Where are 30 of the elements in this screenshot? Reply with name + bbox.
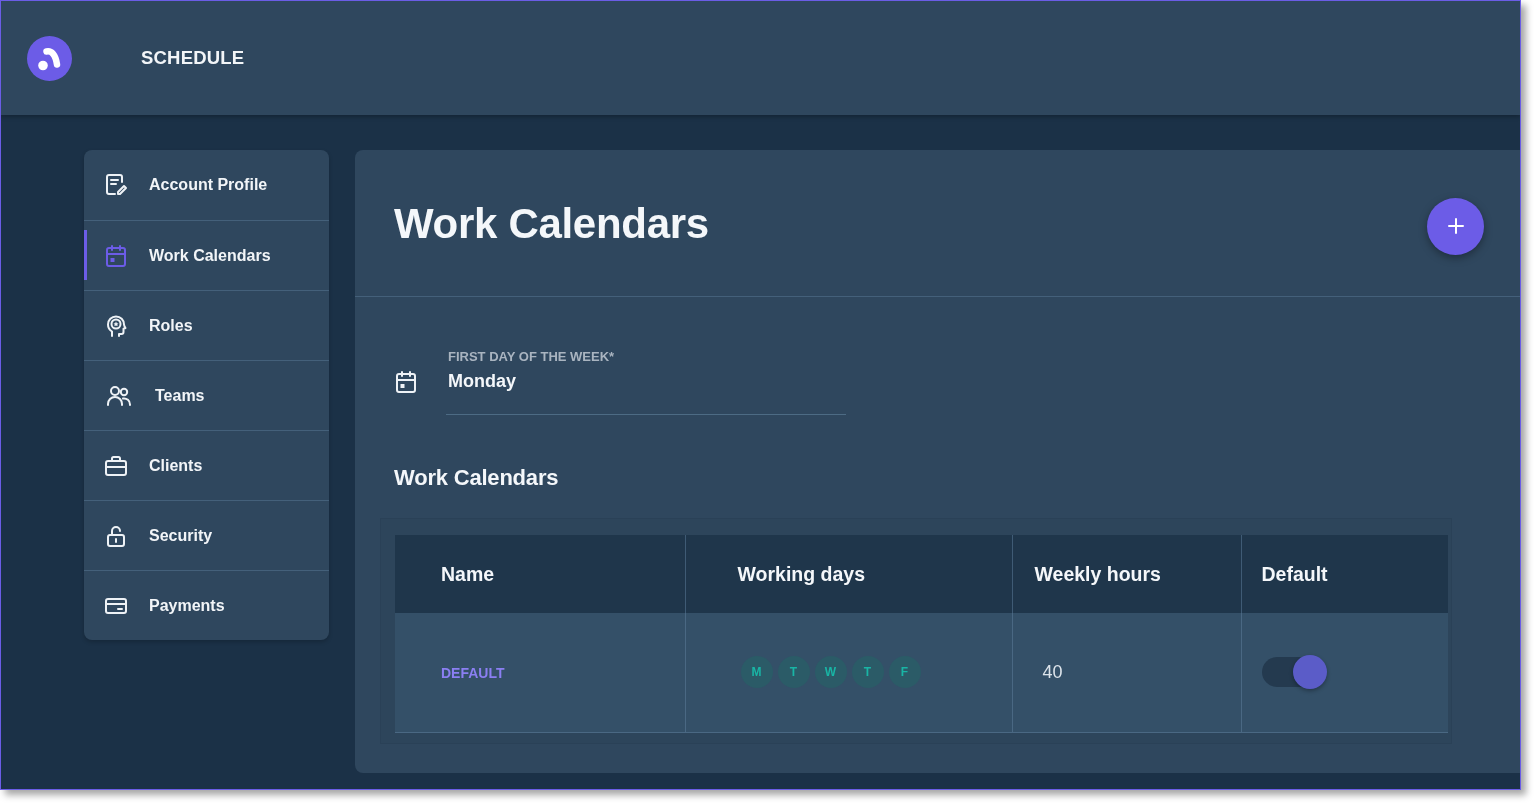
default-toggle[interactable] <box>1261 655 1327 690</box>
weekday-chip: M <box>740 656 773 689</box>
table-cell: 40 <box>1012 613 1241 732</box>
sidebar-item[interactable]: Clients <box>84 430 329 500</box>
weekday-chip: T <box>777 656 810 689</box>
day-select-field[interactable]: Monday <box>446 365 846 415</box>
column-header: Name <box>395 535 685 613</box>
logo-icon <box>27 35 72 81</box>
head-star-icon <box>104 313 128 338</box>
padlock-icon <box>104 523 128 548</box>
calendar-icon <box>394 370 418 394</box>
sidebar-item[interactable]: Security <box>84 500 329 570</box>
weekday-chip: T <box>851 656 884 689</box>
calendar-icon <box>104 243 128 268</box>
sidebar-item[interactable]: Roles <box>84 290 329 360</box>
section-title: Work Calendars <box>394 465 559 491</box>
document-pencil-icon <box>104 173 128 197</box>
sidebar-item[interactable]: Teams <box>84 360 329 430</box>
weekday-chip: W <box>814 656 847 689</box>
briefcase-icon <box>104 453 128 478</box>
users-icon <box>104 383 134 408</box>
sidebar-item[interactable]: Payments <box>84 570 329 640</box>
weekday-chip: F <box>888 656 921 689</box>
plus-icon <box>1447 218 1464 234</box>
app-title: SCHEDULE <box>141 47 245 69</box>
sidebar-item[interactable]: Work Calendars <box>84 220 329 290</box>
add-button[interactable] <box>1427 197 1484 255</box>
sidebar-item[interactable]: Account Profile <box>84 150 329 220</box>
field-label: FIRST DAY OF THE WEEK* <box>447 349 615 365</box>
page-title: Work Calendars <box>394 199 709 248</box>
